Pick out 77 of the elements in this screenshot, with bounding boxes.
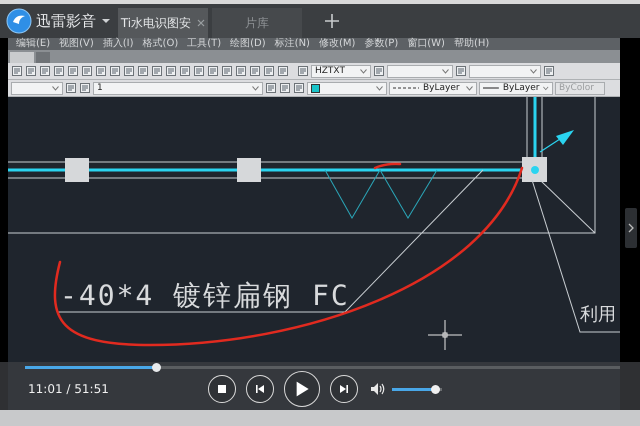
menu-item[interactable]: 标注(N) [274, 38, 310, 50]
square-block [237, 158, 261, 182]
tool-icon[interactable] [79, 82, 91, 94]
close-icon[interactable] [197, 19, 206, 27]
stop-button[interactable] [208, 375, 236, 403]
tool-icon[interactable] [81, 65, 93, 77]
tool-icon[interactable] [179, 65, 191, 77]
tool-icon[interactable] [65, 82, 77, 94]
tool-icon[interactable] [373, 65, 385, 77]
progress-thumb[interactable] [152, 363, 161, 372]
text-style-dropdown[interactable]: HZTXT [311, 64, 371, 78]
square-block [522, 157, 547, 182]
next-icon[interactable] [338, 383, 350, 395]
tool-icon[interactable] [543, 65, 555, 77]
playback-time: 11:01 / 51:51 [28, 382, 110, 396]
previous-button[interactable] [246, 375, 274, 403]
play-button[interactable] [284, 371, 320, 407]
menu-item[interactable]: 工具(T) [187, 38, 222, 50]
tool-icon[interactable] [263, 65, 275, 77]
volume-thumb[interactable] [430, 384, 440, 394]
app-name[interactable]: 迅雷影音 [36, 12, 96, 30]
tool-icon[interactable] [277, 65, 289, 77]
tool-icon[interactable] [11, 65, 23, 77]
tool-icon[interactable] [455, 65, 467, 77]
caret-icon[interactable] [102, 18, 110, 24]
tool-icon[interactable] [249, 65, 261, 77]
tool-icon[interactable] [293, 82, 305, 94]
plot-style-dropdown[interactable]: ByColor [555, 82, 605, 94]
player-tab[interactable]: 片库 [212, 8, 302, 38]
tool-icon[interactable] [279, 82, 291, 94]
play-icon[interactable] [294, 381, 310, 397]
menu-item[interactable]: 编辑(E) [16, 38, 50, 50]
tool-icon[interactable] [297, 65, 309, 77]
tool-icon[interactable] [151, 65, 163, 77]
player-tab[interactable]: Ti水电识图安 [118, 8, 208, 38]
plus-icon[interactable] [324, 13, 340, 29]
tool-icon[interactable] [193, 65, 205, 77]
crosshair-cursor [428, 320, 462, 350]
tool-icon[interactable] [165, 65, 177, 77]
tool-icon[interactable] [123, 65, 135, 77]
square-block [65, 158, 89, 182]
direction-arrow [540, 130, 574, 152]
tool-icon[interactable] [235, 65, 247, 77]
pipe-node [531, 166, 539, 174]
side-panel-handle-icon[interactable] [625, 208, 637, 248]
drawing-label: 利用 [580, 304, 616, 325]
tool-icon[interactable] [25, 65, 37, 77]
volume-icon[interactable] [370, 382, 386, 396]
previous-icon[interactable] [254, 383, 266, 395]
tool-icon[interactable] [95, 65, 107, 77]
tool-icon[interactable] [109, 65, 121, 77]
menu-item[interactable]: 格式(O) [142, 38, 178, 50]
next-button[interactable] [330, 375, 358, 403]
color-dropdown[interactable] [307, 82, 387, 94]
stop-icon[interactable] [216, 383, 228, 395]
menu-item[interactable]: 帮助(H) [454, 38, 490, 50]
menu-item[interactable]: 插入(I) [102, 38, 134, 50]
layer-dropdown[interactable]: 1 [93, 82, 263, 94]
app-logo-icon [6, 8, 32, 34]
menu-item[interactable]: 修改(M) [318, 38, 356, 50]
tool-icon[interactable] [39, 65, 51, 77]
menu-item[interactable]: 窗口(W) [407, 38, 445, 50]
menu-item[interactable]: 参数(P) [364, 38, 398, 50]
dashed-line-icon [393, 86, 419, 90]
color-swatch-icon [311, 84, 320, 92]
tool-icon[interactable] [137, 65, 149, 77]
drawing-label: -40*4 镀锌扁钢 FC [60, 279, 350, 312]
tool-icon[interactable] [207, 65, 219, 77]
solid-line-icon [483, 86, 499, 90]
linetype-dropdown[interactable]: ByLayer [389, 82, 477, 94]
menu-item[interactable]: 绘图(D) [230, 38, 266, 50]
menu-item[interactable]: 视图(V) [59, 38, 94, 50]
tool-icon[interactable] [53, 65, 65, 77]
lineweight-dropdown[interactable]: ByLayer [479, 82, 553, 94]
tool-icon[interactable] [265, 82, 277, 94]
tool-icon[interactable] [67, 65, 79, 77]
tool-icon[interactable] [221, 65, 233, 77]
